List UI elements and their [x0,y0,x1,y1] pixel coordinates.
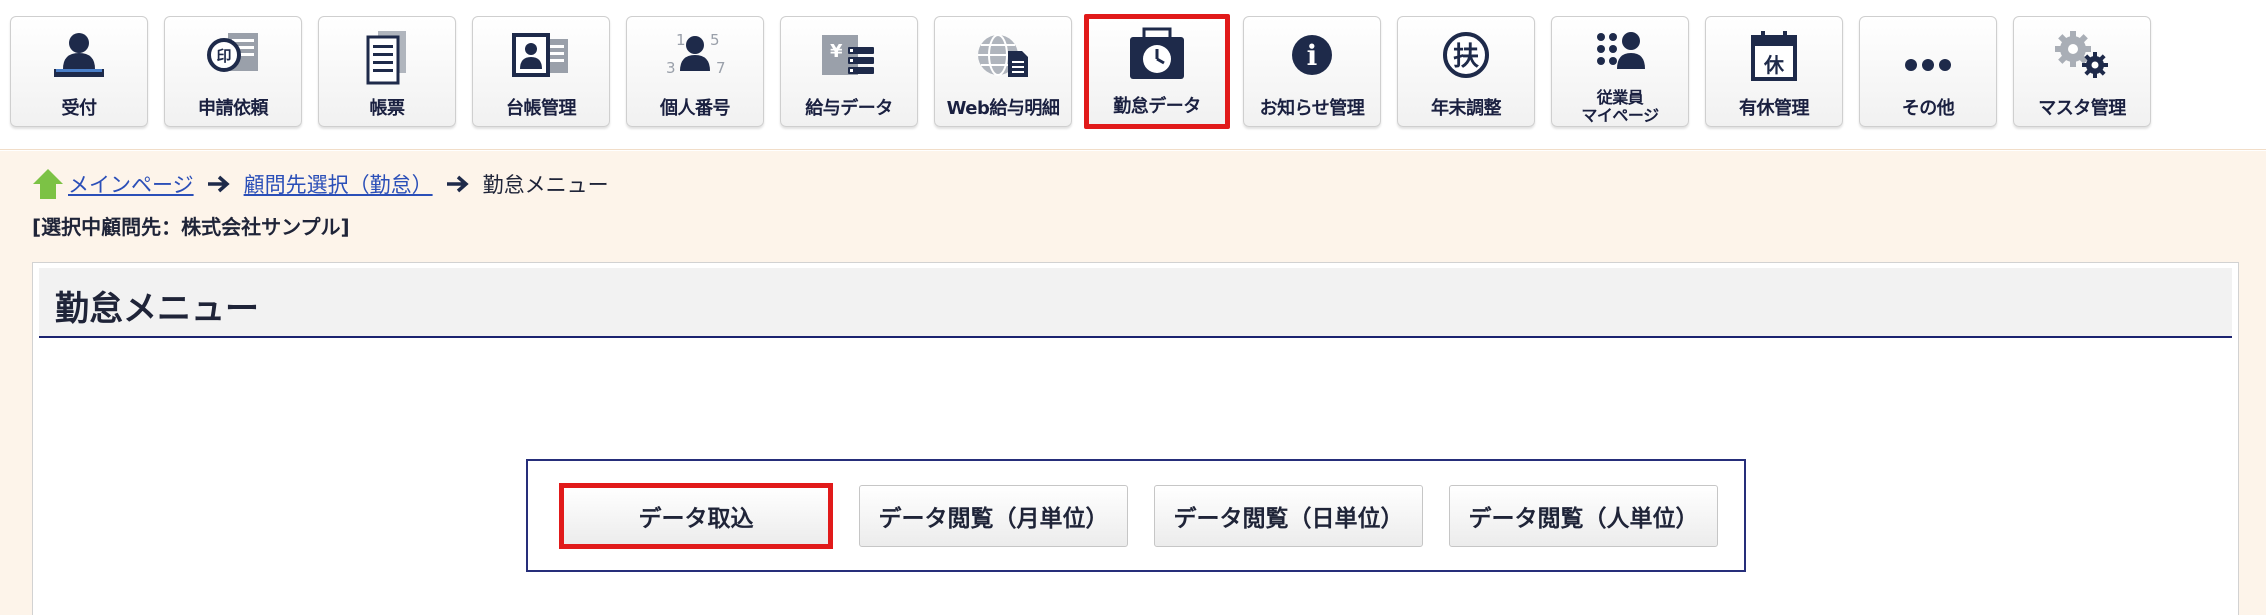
toolbar-item-label: 有休管理 [1739,98,1810,119]
info-icon: i [1279,29,1345,85]
content-area: メインページ 顧問先選択（勤怠） 勤怠メニュー [選択中顧問先：株式会社サンプル… [0,151,2266,615]
home-icon[interactable] [32,167,64,201]
paid-leave-calendar-icon: 休 [1741,29,1807,85]
globe-document-icon [970,29,1036,85]
page-title: 勤怠メニュー [55,289,259,329]
toolbar-item-label: 個人番号 [660,98,731,119]
ledger-document-icon [354,29,420,85]
selected-client-label: [選択中顧問先：株式会社サンプル] [32,215,350,239]
id-card-icon [508,29,574,85]
toolbar-item-application-request[interactable]: 印 申請依頼 [164,16,302,127]
attendance-clock-icon [1124,27,1190,83]
svg-text:印: 印 [216,47,231,65]
toolbar-item-ledger-management[interactable]: 台帳管理 [472,16,610,127]
arrow-right-icon [446,175,469,193]
payroll-yen-icon: ¥ [816,29,882,85]
toolbar-item-web-payslip[interactable]: Web給与明細 [934,16,1072,127]
toolbar-item-personal-number[interactable]: 1537 個人番号 [626,16,764,127]
more-dots-icon [1895,29,1961,85]
arrow-right-icon [207,175,230,193]
toolbar-item-label: 年末調整 [1431,98,1502,119]
toolbar-item-year-end-adjustment[interactable]: 扶 年末調整 [1397,16,1535,127]
toolbar-item-label: 従業員 マイページ [1552,89,1688,125]
data-view-daily-button[interactable]: データ閲覧（日単位） [1154,485,1423,547]
fu-glyph: 扶 [1453,42,1479,72]
year-end-fu-icon: 扶 [1433,29,1499,85]
toolbar-item-employee-mypage[interactable]: 従業員 マイページ [1551,16,1689,127]
employee-mypage-icon [1587,29,1653,85]
toolbar-item-other[interactable]: その他 [1859,16,1997,127]
data-view-monthly-button[interactable]: データ閲覧（月単位） [859,485,1128,547]
digit-1: 1 [676,31,686,49]
toolbar-item-label: マスタ管理 [2038,98,2126,119]
toolbar-item-label: その他 [1901,98,1955,119]
attendance-menu-panel: 勤怠メニュー データ取込 データ閲覧（月単位） データ閲覧（日単位） データ閲覧… [32,262,2239,615]
info-glyph: i [1307,39,1318,72]
toolbar-item-attendance-data[interactable]: 勤怠データ [1084,14,1230,129]
toolbar-item-label: お知らせ管理 [1259,98,1365,119]
top-toolbar: 受付 印 申請依頼 帳票 台帳管理 1537 個人番号 ¥ 給与データ Web給… [0,0,2266,150]
breadcrumb-link-client-select[interactable]: 顧問先選択（勤怠） [244,169,433,199]
digit-3: 3 [666,59,676,77]
toolbar-item-paid-leave[interactable]: 休 有休管理 [1705,16,1843,127]
breadcrumb-current: 勤怠メニュー [482,173,609,197]
data-import-button[interactable]: データ取込 [559,483,833,549]
toolbar-item-payroll-data[interactable]: ¥ 給与データ [780,16,918,127]
digit-5: 5 [710,31,720,49]
digit-7: 7 [716,59,726,77]
toolbar-item-label: 勤怠データ [1113,96,1201,117]
stamp-document-icon: 印 [200,29,266,85]
toolbar-item-label: 受付 [61,98,98,119]
toolbar-item-label: 台帳管理 [506,98,577,119]
person-number-icon: 1537 [662,29,728,85]
breadcrumb: メインページ 顧問先選択（勤怠） 勤怠メニュー [32,166,609,202]
toolbar-item-label: Web給与明細 [946,98,1060,119]
toolbar-item-forms[interactable]: 帳票 [318,16,456,127]
data-view-person-button[interactable]: データ閲覧（人単位） [1449,485,1718,547]
label-line-1: 従業員 [1596,88,1644,107]
yen-glyph: ¥ [830,41,843,62]
toolbar-item-label: 申請依頼 [198,98,269,119]
toolbar-item-notice-management[interactable]: i お知らせ管理 [1243,16,1381,127]
label-line-2: マイページ [1581,106,1659,125]
toolbar-item-master-management[interactable]: マスタ管理 [2013,16,2151,127]
reception-person-icon [46,29,112,85]
breadcrumb-link-main-page[interactable]: メインページ [68,169,194,199]
menu-button-group: データ取込 データ閲覧（月単位） データ閲覧（日単位） データ閲覧（人単位） [526,459,1746,572]
gears-icon [2049,29,2115,85]
toolbar-item-reception[interactable]: 受付 [10,16,148,127]
kyu-glyph: 休 [1763,53,1785,77]
toolbar-item-label: 帳票 [369,98,406,119]
toolbar-item-label: 給与データ [805,98,893,119]
panel-header: 勤怠メニュー [39,268,2232,338]
